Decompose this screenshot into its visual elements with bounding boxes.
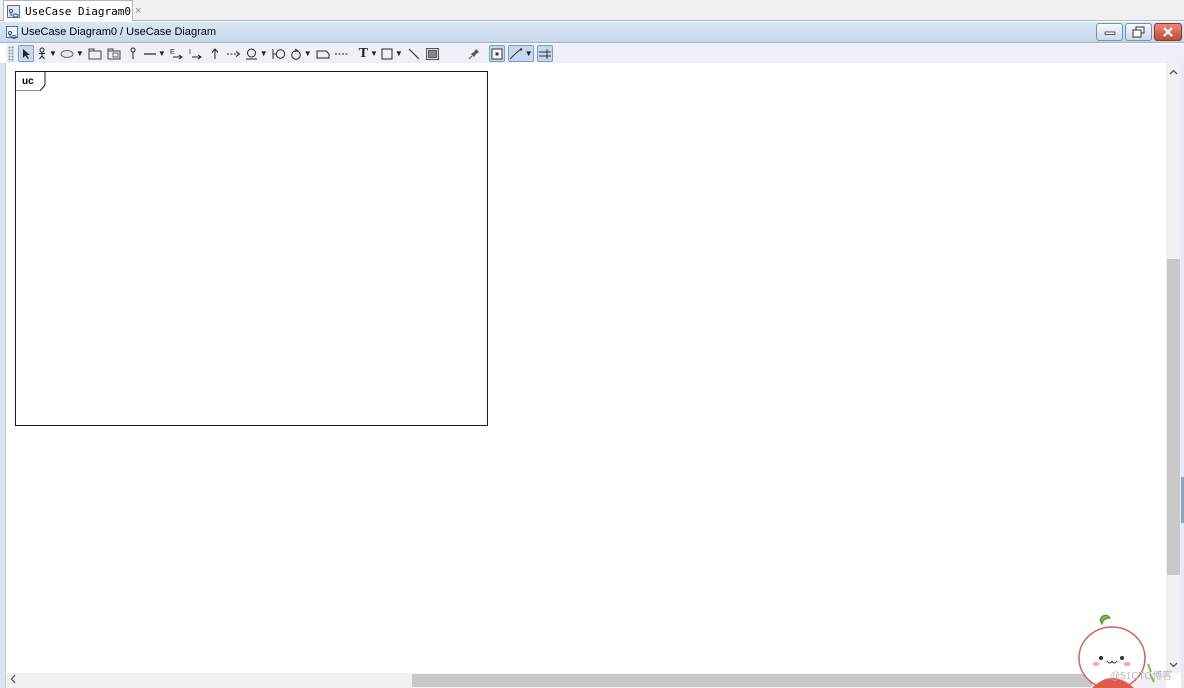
generalization-arrow-icon bbox=[211, 48, 219, 59]
rectangle-tool[interactable]: ▼ bbox=[381, 45, 403, 62]
horizontal-scrollbar[interactable] bbox=[6, 673, 1166, 688]
boundary-tool[interactable]: ▼ bbox=[245, 45, 268, 62]
window-controls bbox=[1096, 23, 1182, 41]
package-tool[interactable] bbox=[87, 45, 103, 62]
subsystem-tool[interactable] bbox=[106, 45, 122, 62]
diagonal-line-icon bbox=[408, 48, 420, 59]
document-tab-strip: UseCase Diagram0 × bbox=[0, 0, 1184, 21]
chevron-down-icon[interactable]: ▼ bbox=[395, 49, 403, 58]
scroll-up-icon[interactable] bbox=[1169, 67, 1178, 78]
diagram-window-titlebar: UseCase Diagram0 / UseCase Diagram bbox=[0, 22, 1184, 43]
pointer-icon bbox=[23, 48, 30, 59]
svg-text:I: I bbox=[189, 49, 191, 56]
document-tab-label: UseCase Diagram0 bbox=[25, 4, 131, 18]
note-anchor-icon bbox=[334, 53, 349, 54]
note-anchor-tool[interactable] bbox=[334, 45, 350, 62]
line-tool[interactable] bbox=[406, 45, 422, 62]
watermark-text: @51CTO博客 bbox=[1110, 671, 1173, 682]
pin-icon bbox=[468, 48, 479, 59]
include-arrow-icon: I bbox=[189, 49, 202, 60]
chevron-down-icon[interactable]: ▼ bbox=[76, 49, 84, 58]
svg-text:E: E bbox=[170, 49, 175, 56]
vertical-scrollbar[interactable] bbox=[1166, 63, 1181, 673]
dependency-tool[interactable] bbox=[226, 45, 242, 62]
boundary-icon bbox=[245, 48, 257, 59]
toolbar-grip[interactable] bbox=[8, 45, 14, 62]
chevron-down-icon[interactable]: ▼ bbox=[370, 49, 378, 58]
stick-tool[interactable] bbox=[125, 45, 141, 62]
stick-figure-icon bbox=[130, 47, 136, 59]
pin-tool[interactable] bbox=[466, 45, 482, 62]
minimize-icon bbox=[1104, 31, 1115, 35]
note-tool[interactable] bbox=[315, 45, 331, 62]
chevron-down-icon[interactable]: ▼ bbox=[49, 49, 57, 58]
include-tool[interactable]: I bbox=[188, 45, 204, 62]
association-line-icon bbox=[143, 52, 156, 55]
close-window-button[interactable] bbox=[1154, 23, 1182, 41]
line-style-icon bbox=[509, 47, 522, 59]
control-tool[interactable]: ▼ bbox=[290, 45, 312, 62]
usecase-diagram-icon bbox=[7, 4, 20, 18]
scroll-left-icon[interactable] bbox=[10, 674, 16, 687]
entity-tool[interactable] bbox=[271, 45, 287, 62]
actor-tool[interactable]: ▼ bbox=[37, 45, 57, 62]
restore-button[interactable] bbox=[1125, 23, 1152, 41]
association-tool[interactable]: ▼ bbox=[143, 45, 166, 62]
text-tool-label: T bbox=[358, 45, 368, 61]
diagram-toolbar: ▼ ▼ ▼ E I ▼ ▼ T ▼ ▼ ▼ bbox=[6, 44, 1184, 63]
rectangle-icon bbox=[381, 48, 393, 59]
control-icon bbox=[290, 48, 301, 60]
align-tool[interactable] bbox=[536, 45, 553, 62]
select-tool[interactable] bbox=[18, 45, 34, 62]
usecase-frame[interactable]: uc bbox=[15, 71, 488, 426]
extend-arrow-icon: E bbox=[170, 49, 183, 60]
snap-grid-tool[interactable] bbox=[488, 45, 505, 62]
app-window: UseCase Diagram0 × UseCase Diagram0 / Us… bbox=[0, 0, 1184, 688]
usecase-tool[interactable]: ▼ bbox=[60, 45, 84, 62]
line-style-tool[interactable]: ▼ bbox=[507, 45, 534, 62]
close-tab-icon[interactable]: × bbox=[135, 5, 141, 17]
usecase-diagram-icon bbox=[6, 26, 18, 39]
horizontal-scroll-thumb[interactable] bbox=[412, 674, 1092, 687]
frame-label: uc bbox=[22, 76, 34, 87]
actor-icon bbox=[39, 47, 45, 60]
close-icon bbox=[1163, 27, 1173, 37]
chevron-down-icon[interactable]: ▼ bbox=[304, 49, 312, 58]
generalization-tool[interactable] bbox=[207, 45, 223, 62]
align-icon bbox=[538, 48, 551, 59]
chevron-down-icon[interactable]: ▼ bbox=[158, 49, 166, 58]
chevron-down-icon[interactable]: ▼ bbox=[260, 49, 268, 58]
note-icon bbox=[316, 50, 330, 58]
image-icon bbox=[426, 47, 440, 60]
package-icon bbox=[88, 48, 102, 59]
usecase-ellipse-icon bbox=[60, 49, 74, 58]
extend-tool[interactable]: E bbox=[169, 45, 185, 62]
window-title: UseCase Diagram0 / UseCase Diagram bbox=[21, 26, 217, 38]
text-tool[interactable]: T ▼ bbox=[359, 45, 378, 62]
document-tab[interactable]: UseCase Diagram0 × bbox=[3, 0, 141, 21]
image-tool[interactable] bbox=[425, 45, 441, 62]
subsystem-icon bbox=[107, 48, 121, 59]
minimize-button[interactable] bbox=[1096, 23, 1123, 41]
snap-grid-icon bbox=[491, 48, 503, 59]
dependency-arrow-icon bbox=[226, 50, 241, 57]
vertical-scroll-thumb[interactable] bbox=[1167, 259, 1180, 575]
chevron-down-icon[interactable]: ▼ bbox=[525, 49, 533, 58]
restore-icon bbox=[1132, 26, 1144, 38]
entity-icon bbox=[272, 48, 285, 59]
